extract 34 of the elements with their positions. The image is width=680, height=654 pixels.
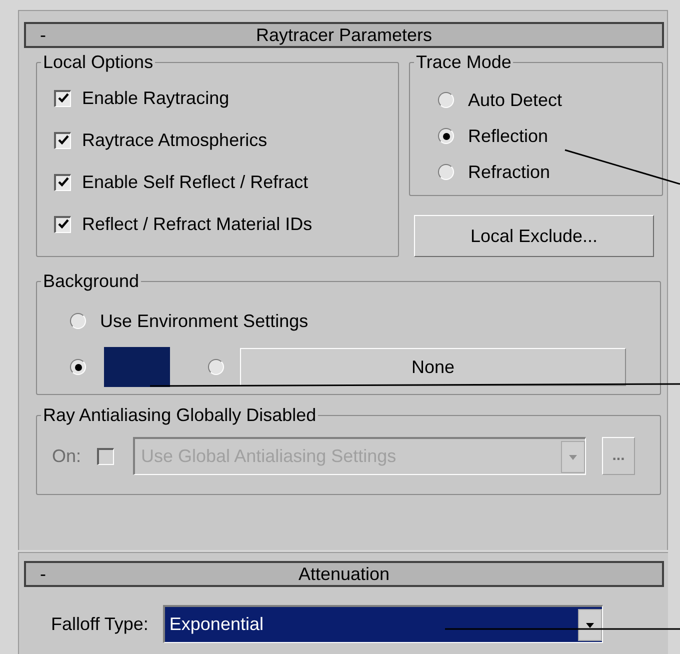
rollout-header[interactable]: - Attenuation <box>24 561 664 587</box>
radio-button[interactable] <box>208 359 224 375</box>
group-title: Local Options <box>42 52 154 72</box>
checkbox[interactable] <box>54 174 71 190</box>
radio-button[interactable] <box>70 359 86 375</box>
group-title: Background <box>42 271 140 291</box>
checkbox[interactable] <box>54 216 71 232</box>
color-swatch[interactable] <box>104 347 170 387</box>
collapse-sign: - <box>40 25 46 45</box>
rollout-title: Raytracer Parameters <box>256 25 432 45</box>
checkbox[interactable] <box>54 90 71 106</box>
checkbox-label: Raytrace Atmospherics <box>82 130 268 150</box>
checkbox-label: Reflect / Refract Material IDs <box>82 214 312 234</box>
falloff-label: Falloff Type: <box>51 614 148 634</box>
map-button[interactable]: None <box>240 348 626 386</box>
checkbox-label: Enable Raytracing <box>82 88 230 108</box>
radio-button[interactable] <box>438 92 454 108</box>
group-title: Ray Antialiasing Globally Disabled <box>42 405 318 425</box>
radio-button[interactable] <box>438 164 454 180</box>
radio-label: Refraction <box>468 162 550 182</box>
checkbox-label: Enable Self Reflect / Refract <box>82 172 308 192</box>
rollout-title: Attenuation <box>298 564 390 584</box>
radio-label: Use Environment Settings <box>100 311 308 331</box>
radio-button[interactable] <box>438 128 454 144</box>
local-exclude-button[interactable]: Local Exclude... <box>414 215 654 257</box>
falloff-dropdown[interactable]: Exponential <box>163 605 604 643</box>
radio-label: Auto Detect <box>468 90 562 110</box>
radio-button[interactable] <box>70 313 86 329</box>
group-title: Trace Mode <box>415 52 512 72</box>
checkbox[interactable] <box>54 132 71 148</box>
rollout-header[interactable]: - Raytracer Parameters <box>24 22 664 48</box>
on-label: On: <box>52 446 82 466</box>
collapse-sign: - <box>40 564 46 584</box>
radio-label: Reflection <box>468 126 548 146</box>
